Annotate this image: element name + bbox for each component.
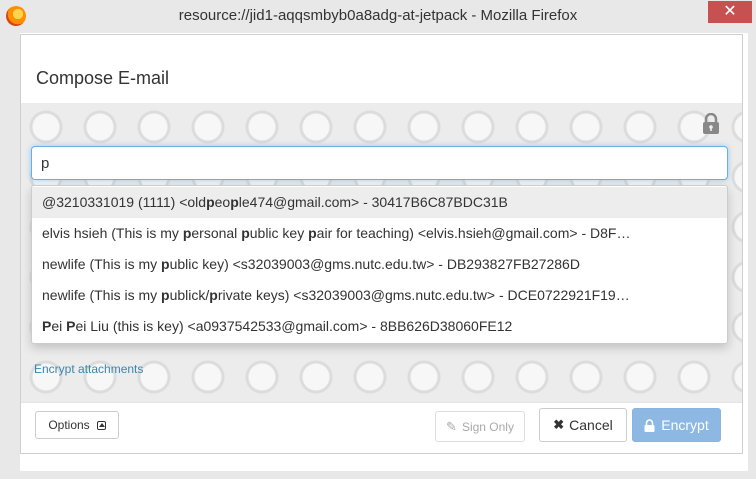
suggestion-item[interactable]: newlife (This is my public key) <s320390…	[32, 249, 727, 280]
lock-icon	[644, 418, 655, 432]
compose-dialog: Compose E-mail @3210331019 (1111) <oldpe…	[20, 34, 743, 454]
recipient-input[interactable]	[31, 146, 728, 180]
cancel-button[interactable]: ✖ Cancel	[539, 408, 627, 442]
sign-only-button[interactable]: ✎ Sign Only	[435, 411, 525, 442]
caret-up-icon	[96, 420, 106, 430]
encrypt-label: Encrypt	[661, 417, 709, 433]
pencil-icon: ✎	[446, 418, 457, 434]
lock-icon	[703, 113, 719, 134]
dialog-footer: Options ✎ Sign Only ✖ Cancel Encrypt	[21, 402, 742, 453]
dialog-header: Compose E-mail	[21, 35, 742, 104]
close-icon: ✖	[553, 417, 565, 432]
recipient-suggestions: @3210331019 (1111) <oldpeople474@gmail.c…	[31, 185, 728, 344]
sign-only-label: Sign Only	[461, 419, 514, 434]
encrypt-button[interactable]: Encrypt	[632, 408, 721, 442]
suggestion-item[interactable]: newlife (This is my publick/private keys…	[32, 280, 727, 311]
window-frame-bottom	[0, 471, 756, 479]
window-close-button[interactable]: ✕	[708, 1, 752, 23]
options-label: Options	[48, 418, 90, 432]
cancel-label: Cancel	[569, 417, 613, 433]
encrypt-attachments-link[interactable]: Encrypt attachments	[34, 362, 143, 376]
dialog-title: Compose E-mail	[36, 68, 170, 88]
suggestion-item[interactable]: Pei Pei Liu (this is key) <a0937542533@g…	[32, 311, 727, 342]
options-button[interactable]: Options	[35, 411, 119, 439]
suggestion-item[interactable]: elvis hsieh (This is my personal public …	[32, 218, 727, 249]
suggestion-item[interactable]: @3210331019 (1111) <oldpeople474@gmail.c…	[32, 187, 727, 218]
window-frame-left	[0, 33, 20, 479]
window-titlebar: resource://jid1-aqqsmbyb0a8adg-at-jetpac…	[0, 0, 756, 33]
window-frame-right	[748, 33, 756, 479]
window-title: resource://jid1-aqqsmbyb0a8adg-at-jetpac…	[178, 7, 578, 24]
